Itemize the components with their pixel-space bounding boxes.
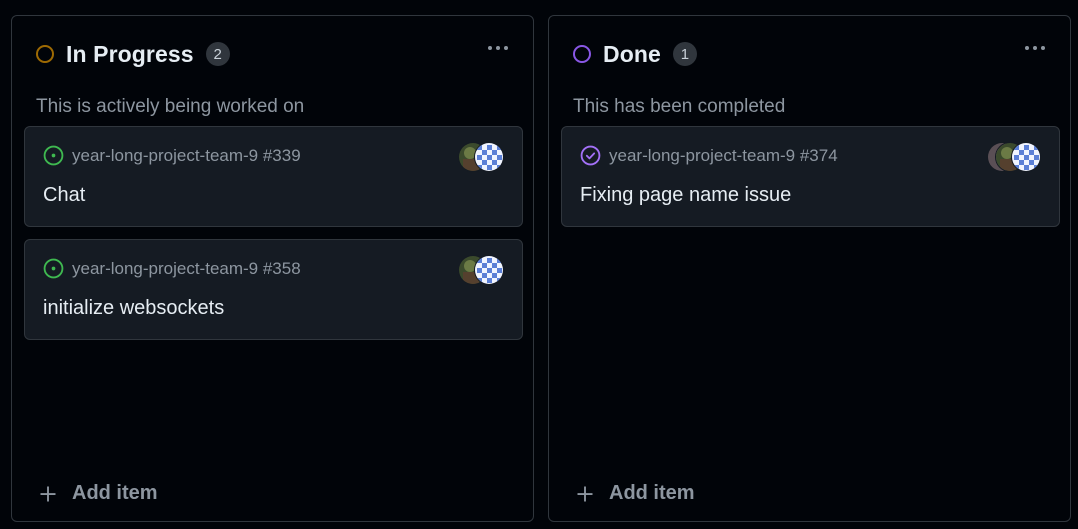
issue-opened-icon bbox=[43, 258, 64, 279]
kebab-dot-icon bbox=[504, 46, 508, 50]
issue-closed-icon bbox=[580, 145, 601, 166]
kebab-dot-icon bbox=[488, 46, 492, 50]
kebab-dot-icon bbox=[1041, 46, 1045, 50]
card-title[interactable]: Fixing page name issue bbox=[580, 184, 791, 207]
kebab-dot-icon bbox=[1033, 46, 1037, 50]
add-item-button[interactable]: Add item bbox=[38, 482, 158, 505]
add-item-button[interactable]: Add item bbox=[575, 482, 695, 505]
issue-card[interactable]: year-long-project-team-9 #374 Fixing pag… bbox=[561, 126, 1060, 227]
avatar bbox=[474, 142, 504, 172]
assignee-avatars[interactable] bbox=[458, 142, 504, 172]
project-board: In Progress 2 This is actively being wor… bbox=[0, 0, 1078, 529]
issue-card[interactable]: year-long-project-team-9 #339 Chat bbox=[24, 126, 523, 227]
card-meta: year-long-project-team-9 #339 bbox=[43, 145, 301, 166]
column-menu-button[interactable] bbox=[481, 36, 515, 60]
column-in-progress: In Progress 2 This is actively being wor… bbox=[11, 15, 534, 522]
card-title[interactable]: initialize websockets bbox=[43, 297, 224, 320]
column-header: In Progress 2 bbox=[36, 40, 509, 68]
assignee-avatars[interactable] bbox=[458, 255, 504, 285]
assignee-avatars[interactable] bbox=[987, 142, 1041, 172]
issue-opened-icon bbox=[43, 145, 64, 166]
column-done: Done 1 This has been completed year-long… bbox=[548, 15, 1071, 522]
column-description: This is actively being worked on bbox=[36, 96, 305, 117]
plus-icon bbox=[577, 486, 593, 501]
kebab-dot-icon bbox=[1025, 46, 1029, 50]
count-badge: 1 bbox=[672, 42, 697, 66]
kebab-dot-icon bbox=[496, 46, 500, 50]
card-meta: year-long-project-team-9 #358 bbox=[43, 258, 301, 279]
count-badge: 2 bbox=[205, 42, 230, 66]
column-description: This has been completed bbox=[573, 96, 786, 117]
card-title[interactable]: Chat bbox=[43, 184, 85, 207]
card-repo-link[interactable]: year-long-project-team-9 #374 bbox=[609, 146, 838, 166]
card-repo-link[interactable]: year-long-project-team-9 #339 bbox=[72, 146, 301, 166]
column-title: Done bbox=[603, 40, 661, 67]
add-item-label: Add item bbox=[72, 482, 158, 504]
issue-card[interactable]: year-long-project-team-9 #358 initialize… bbox=[24, 239, 523, 340]
column-header: Done 1 bbox=[573, 40, 1046, 68]
done-circle-icon bbox=[573, 45, 591, 63]
card-meta: year-long-project-team-9 #374 bbox=[580, 145, 838, 166]
avatar bbox=[1011, 142, 1041, 172]
column-title: In Progress bbox=[66, 40, 194, 67]
avatar bbox=[474, 255, 504, 285]
card-repo-link[interactable]: year-long-project-team-9 #358 bbox=[72, 259, 301, 279]
add-item-label: Add item bbox=[609, 482, 695, 504]
plus-icon bbox=[40, 486, 56, 501]
column-menu-button[interactable] bbox=[1018, 36, 1052, 60]
in-progress-circle-icon bbox=[36, 45, 54, 63]
